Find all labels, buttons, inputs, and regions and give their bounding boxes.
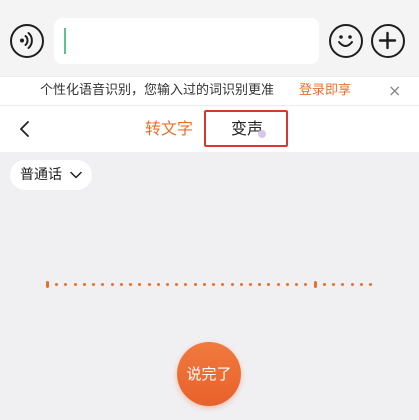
chevron-down-icon	[70, 171, 83, 179]
waveform-dot	[212, 283, 215, 286]
text-caret	[64, 28, 66, 54]
language-dropdown[interactable]: 普通话	[10, 160, 93, 190]
waveform-dot	[304, 283, 307, 286]
waveform-dot	[129, 283, 132, 286]
waveform-dot	[184, 283, 187, 286]
waveform-dot	[83, 283, 86, 286]
waveform-dot	[314, 281, 317, 288]
waveform-dot	[194, 283, 197, 286]
message-input[interactable]	[54, 18, 319, 64]
chevron-left-icon[interactable]	[18, 120, 32, 138]
tab-highlight-box	[204, 110, 288, 147]
waveform-dot	[157, 283, 160, 286]
smiley-icon	[338, 35, 353, 47]
waveform-dot	[101, 283, 104, 286]
voice-toggle-button[interactable]	[10, 24, 44, 58]
waveform-dot	[203, 283, 206, 286]
hint-text: 个性化语音识别，您输入过的词识别更准	[40, 83, 275, 98]
waveform-dot	[249, 283, 252, 286]
waveform-dot	[360, 283, 363, 286]
input-bar	[0, 0, 419, 76]
waveform-dot	[240, 283, 243, 286]
waveform-dot	[138, 283, 141, 286]
plus-icon	[378, 31, 397, 50]
waveform-dot	[267, 283, 270, 286]
waveform-dot	[369, 283, 372, 286]
waveform-dot	[92, 283, 95, 286]
add-more-button[interactable]	[371, 24, 405, 58]
waveform-dot	[166, 283, 169, 286]
voice-wave-icon	[20, 32, 33, 49]
waveform-dot	[148, 283, 151, 286]
waveform-dot	[341, 283, 344, 286]
tab-speech-to-text[interactable]: 转文字	[145, 106, 193, 152]
touch-indicator-dot	[258, 130, 266, 138]
personalization-hint-bar: 个性化语音识别，您输入过的词识别更准 登录即享 ×	[0, 76, 419, 106]
waveform-dot	[74, 283, 77, 286]
waveform-dot	[258, 283, 261, 286]
waveform-dot	[286, 283, 289, 286]
waveform-dot	[175, 283, 178, 286]
waveform-dot	[120, 283, 123, 286]
voice-waveform	[46, 280, 372, 290]
waveform-dot	[323, 283, 326, 286]
waveform-dot	[277, 283, 280, 286]
waveform-dot	[231, 283, 234, 286]
waveform-dot	[46, 281, 49, 288]
waveform-dot	[111, 283, 114, 286]
finish-speaking-button[interactable]: 说完了	[177, 342, 241, 406]
waveform-dot	[55, 283, 58, 286]
waveform-dot	[332, 283, 335, 286]
emoji-button[interactable]	[329, 24, 363, 58]
close-icon[interactable]: ×	[388, 77, 401, 105]
login-link[interactable]: 登录即享	[299, 77, 351, 105]
waveform-dot	[64, 283, 67, 286]
waveform-dot	[221, 283, 224, 286]
waveform-dot	[295, 283, 298, 286]
language-selected-label: 普通话	[20, 167, 62, 183]
waveform-dot	[351, 283, 354, 286]
